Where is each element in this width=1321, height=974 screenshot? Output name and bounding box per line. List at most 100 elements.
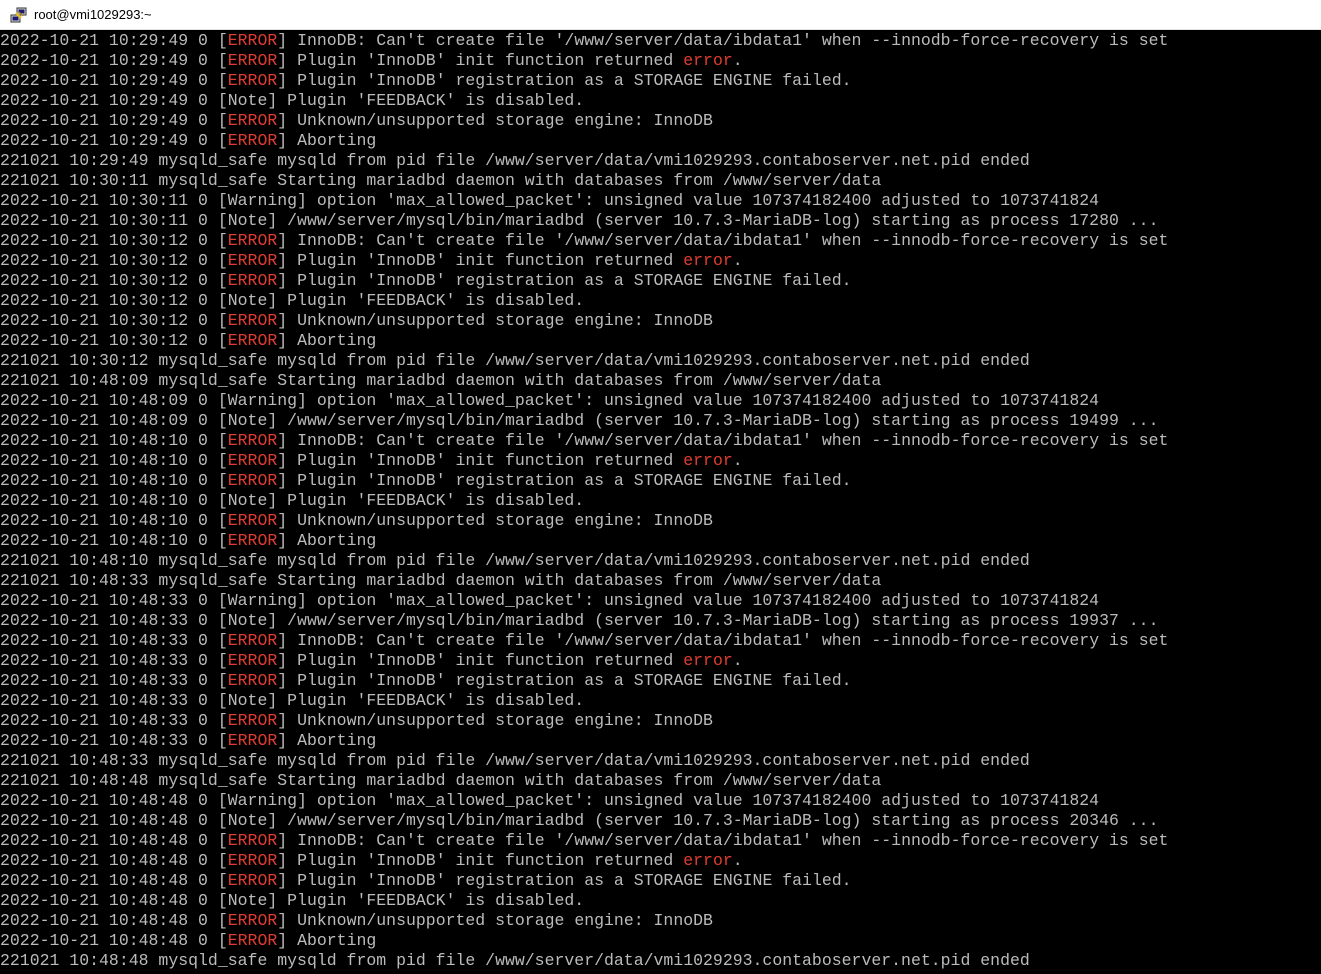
log-text: ] Unknown/unsupported storage engine: In… xyxy=(277,111,713,130)
terminal-line: 2022-10-21 10:48:10 0 [Note] Plugin 'FEE… xyxy=(0,491,1321,511)
terminal-line: 2022-10-21 10:30:12 0 [ERROR] InnoDB: Ca… xyxy=(0,231,1321,251)
log-text: ] InnoDB: Can't create file '/www/server… xyxy=(277,31,1169,50)
log-text: 2022-10-21 10:48:10 0 [ xyxy=(0,451,228,470)
error-highlight: ERROR xyxy=(227,831,278,850)
terminal-line: 2022-10-21 10:48:33 0 [ERROR] InnoDB: Ca… xyxy=(0,631,1321,651)
terminal-line: 221021 10:30:12 mysqld_safe mysqld from … xyxy=(0,351,1321,371)
log-text: 2022-10-21 10:48:10 0 [ xyxy=(0,531,228,550)
terminal-line: 2022-10-21 10:29:49 0 [ERROR] Unknown/un… xyxy=(0,111,1321,131)
terminal-line: 2022-10-21 10:48:48 0 [ERROR] Unknown/un… xyxy=(0,911,1321,931)
log-text: 2022-10-21 10:29:49 0 [ xyxy=(0,111,228,130)
error-highlight: ERROR xyxy=(227,31,278,50)
terminal-line: 2022-10-21 10:48:33 0 [Note] /www/server… xyxy=(0,611,1321,631)
terminal-line: 2022-10-21 10:30:12 0 [Note] Plugin 'FEE… xyxy=(0,291,1321,311)
error-highlight: error xyxy=(683,851,733,870)
terminal-line: 2022-10-21 10:48:48 0 [ERROR] Plugin 'In… xyxy=(0,851,1321,871)
terminal-line: 2022-10-21 10:48:48 0 [Note] /www/server… xyxy=(0,811,1321,831)
error-highlight: ERROR xyxy=(227,131,278,150)
log-text: ] Plugin 'InnoDB' registration as a STOR… xyxy=(277,71,852,90)
terminal-line: 2022-10-21 10:30:11 0 [Warning] option '… xyxy=(0,191,1321,211)
terminal-output[interactable]: 2022-10-21 10:29:49 0 [ERROR] InnoDB: Ca… xyxy=(0,31,1321,974)
log-text: . xyxy=(732,651,743,670)
log-text: . xyxy=(732,251,743,270)
log-text: 2022-10-21 10:30:11 0 [Note] /www/server… xyxy=(0,211,1159,230)
log-text: ] InnoDB: Can't create file '/www/server… xyxy=(277,231,1169,250)
log-text: 2022-10-21 10:48:48 0 [Note] /www/server… xyxy=(0,811,1159,830)
log-text: ] Plugin 'InnoDB' init function returned xyxy=(277,251,684,270)
log-text: ] Plugin 'InnoDB' init function returned xyxy=(277,451,684,470)
log-text: 2022-10-21 10:48:09 0 [Warning] option '… xyxy=(0,391,1100,410)
log-text: 2022-10-21 10:30:12 0 [ xyxy=(0,271,228,290)
terminal-line: 2022-10-21 10:48:10 0 [ERROR] Aborting xyxy=(0,531,1321,551)
log-text: . xyxy=(732,851,743,870)
log-text: ] Plugin 'InnoDB' registration as a STOR… xyxy=(277,871,852,890)
log-text: ] Aborting xyxy=(277,131,377,150)
error-highlight: ERROR xyxy=(227,651,278,670)
log-text: ] Aborting xyxy=(277,931,377,950)
terminal-line: 2022-10-21 10:29:49 0 [ERROR] InnoDB: Ca… xyxy=(0,31,1321,51)
terminal-line: 221021 10:48:10 mysqld_safe mysqld from … xyxy=(0,551,1321,571)
terminal-line: 221021 10:48:09 mysqld_safe Starting mar… xyxy=(0,371,1321,391)
error-highlight: ERROR xyxy=(227,511,278,530)
log-text: 2022-10-21 10:30:12 0 [Note] Plugin 'FEE… xyxy=(0,291,585,310)
log-text: 2022-10-21 10:48:33 0 [Note] Plugin 'FEE… xyxy=(0,691,585,710)
log-text: 221021 10:48:09 mysqld_safe Starting mar… xyxy=(0,371,882,390)
log-text: 2022-10-21 10:48:33 0 [ xyxy=(0,731,228,750)
error-highlight: ERROR xyxy=(227,231,278,250)
terminal-window: root@vmi1029293:~ 2022-10-21 10:29:49 0 … xyxy=(0,0,1321,974)
log-text: 2022-10-21 10:48:48 0 [Warning] option '… xyxy=(0,791,1100,810)
terminal-line: 2022-10-21 10:48:10 0 [ERROR] Plugin 'In… xyxy=(0,451,1321,471)
log-text: 2022-10-21 10:30:12 0 [ xyxy=(0,331,228,350)
terminal-line: 2022-10-21 10:48:33 0 [ERROR] Plugin 'In… xyxy=(0,671,1321,691)
log-text: 2022-10-21 10:29:49 0 [ xyxy=(0,131,228,150)
error-highlight: ERROR xyxy=(227,671,278,690)
title-bar[interactable]: root@vmi1029293:~ xyxy=(0,0,1321,30)
log-text: ] Plugin 'InnoDB' registration as a STOR… xyxy=(277,471,852,490)
log-text: 2022-10-21 10:30:12 0 [ xyxy=(0,231,228,250)
log-text: ] Unknown/unsupported storage engine: In… xyxy=(277,311,713,330)
terminal-line: 2022-10-21 10:48:10 0 [ERROR] Unknown/un… xyxy=(0,511,1321,531)
error-highlight: ERROR xyxy=(227,311,278,330)
log-text: 221021 10:48:48 mysqld_safe Starting mar… xyxy=(0,771,882,790)
terminal-line: 2022-10-21 10:48:09 0 [Note] /www/server… xyxy=(0,411,1321,431)
error-highlight: ERROR xyxy=(227,51,278,70)
log-text: 221021 10:29:49 mysqld_safe mysqld from … xyxy=(0,151,1030,170)
error-highlight: ERROR xyxy=(227,451,278,470)
log-text: 2022-10-21 10:48:10 0 [ xyxy=(0,431,228,450)
log-text: 2022-10-21 10:48:10 0 [ xyxy=(0,511,228,530)
log-text: 2022-10-21 10:48:10 0 [ xyxy=(0,471,228,490)
terminal-line: 2022-10-21 10:48:48 0 [ERROR] Aborting xyxy=(0,931,1321,951)
log-text: ] Aborting xyxy=(277,531,377,550)
log-text: 2022-10-21 10:48:33 0 [Note] /www/server… xyxy=(0,611,1159,630)
log-text: 221021 10:48:48 mysqld_safe mysqld from … xyxy=(0,951,1030,970)
error-highlight: ERROR xyxy=(227,851,278,870)
log-text: ] InnoDB: Can't create file '/www/server… xyxy=(277,831,1169,850)
terminal-line: 2022-10-21 10:48:10 0 [ERROR] InnoDB: Ca… xyxy=(0,431,1321,451)
terminal-line: 2022-10-21 10:29:49 0 [ERROR] Plugin 'In… xyxy=(0,71,1321,91)
terminal-line: 2022-10-21 10:29:49 0 [Note] Plugin 'FEE… xyxy=(0,91,1321,111)
log-text: 2022-10-21 10:48:48 0 [ xyxy=(0,851,228,870)
error-highlight: error xyxy=(683,51,733,70)
log-text: 2022-10-21 10:48:48 0 [ xyxy=(0,931,228,950)
terminal-line: 2022-10-21 10:30:12 0 [ERROR] Plugin 'In… xyxy=(0,251,1321,271)
log-text: 2022-10-21 10:48:48 0 [Note] Plugin 'FEE… xyxy=(0,891,585,910)
log-text: 2022-10-21 10:48:33 0 [Warning] option '… xyxy=(0,591,1100,610)
log-text: 2022-10-21 10:48:48 0 [ xyxy=(0,831,228,850)
log-text: ] Aborting xyxy=(277,331,377,350)
log-text: ] Plugin 'InnoDB' registration as a STOR… xyxy=(277,271,852,290)
log-text: 2022-10-21 10:48:10 0 [Note] Plugin 'FEE… xyxy=(0,491,585,510)
terminal-line: 221021 10:30:11 mysqld_safe Starting mar… xyxy=(0,171,1321,191)
error-highlight: error xyxy=(683,651,733,670)
error-highlight: ERROR xyxy=(227,631,278,650)
log-text: ] Aborting xyxy=(277,731,377,750)
error-highlight: ERROR xyxy=(227,431,278,450)
error-highlight: ERROR xyxy=(227,531,278,550)
log-text: 2022-10-21 10:29:49 0 [ xyxy=(0,51,228,70)
error-highlight: error xyxy=(683,451,733,470)
error-highlight: ERROR xyxy=(227,71,278,90)
log-text: . xyxy=(732,451,743,470)
terminal-line: 2022-10-21 10:48:33 0 [ERROR] Unknown/un… xyxy=(0,711,1321,731)
log-text: 2022-10-21 10:48:33 0 [ xyxy=(0,651,228,670)
putty-icon[interactable] xyxy=(10,6,28,24)
error-highlight: ERROR xyxy=(227,871,278,890)
